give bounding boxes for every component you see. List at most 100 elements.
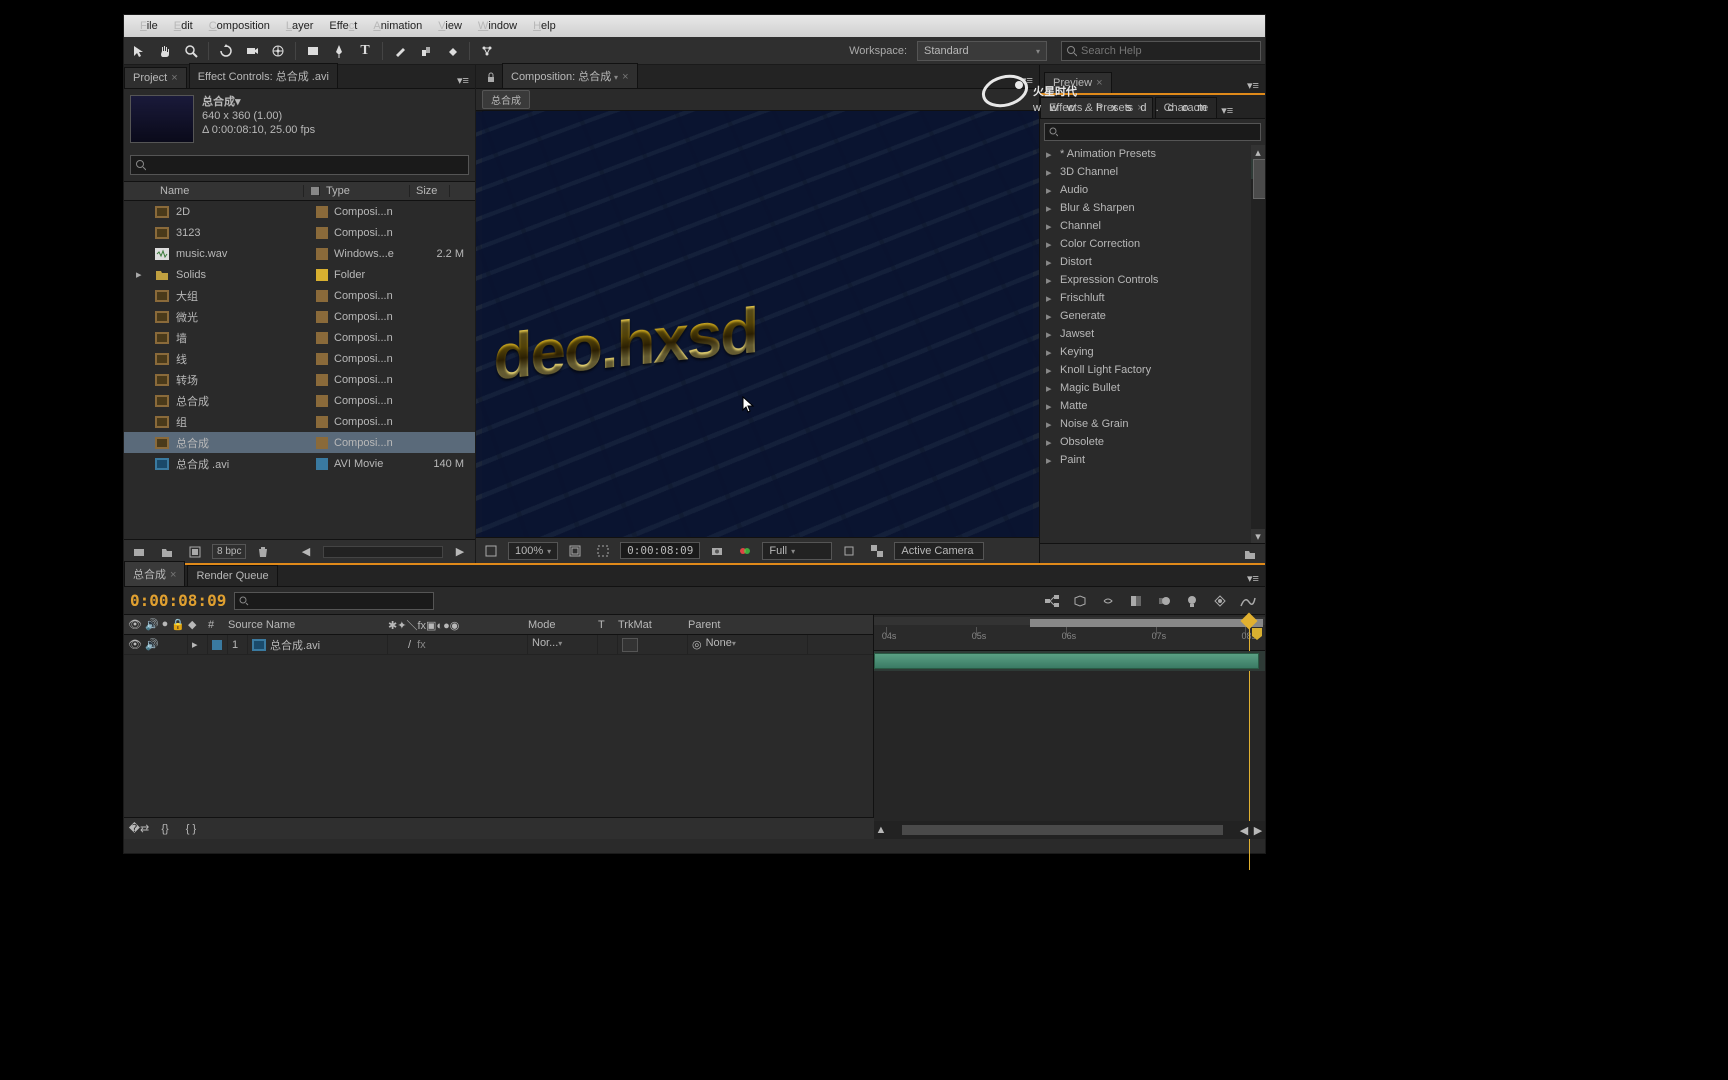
twirl-icon[interactable]: ▸ (1046, 238, 1056, 251)
camera-tool-icon[interactable] (241, 40, 263, 62)
new-bin-icon[interactable] (1239, 543, 1261, 565)
label-swatch[interactable] (316, 248, 328, 260)
project-row[interactable]: 大组Composi...n (124, 285, 475, 306)
twirl-icon[interactable]: ▸ (1046, 274, 1056, 287)
menu-help[interactable]: Help (525, 18, 564, 34)
transparency-grid-icon[interactable] (866, 540, 888, 562)
eraser-tool-icon[interactable] (441, 40, 463, 62)
tab-effect-controls[interactable]: Effect Controls: 总合成 .avi (189, 63, 338, 88)
twirl-icon[interactable]: ▸ (1046, 346, 1056, 359)
effects-category[interactable]: ▸Expression Controls (1040, 271, 1265, 289)
safe-zones-icon[interactable] (564, 540, 586, 562)
effects-search-box[interactable] (1044, 123, 1261, 141)
timeline-search[interactable] (234, 592, 434, 610)
work-area-bar[interactable] (1030, 619, 1263, 627)
col-label[interactable] (304, 186, 320, 196)
zoom-dropdown[interactable]: 100% (508, 542, 558, 560)
twirl-icon[interactable]: ▸ (1046, 454, 1056, 467)
effects-category[interactable]: ▸Distort (1040, 253, 1265, 271)
label-col[interactable]: ◆ (188, 618, 208, 631)
effects-category[interactable]: ▸Audio (1040, 181, 1265, 199)
auto-keyframe-icon[interactable] (1209, 590, 1231, 612)
tab-composition[interactable]: Composition: 总合成 × (502, 63, 638, 88)
close-icon[interactable]: × (1137, 102, 1143, 114)
bpc-indicator[interactable]: 8 bpc (212, 544, 246, 559)
effects-category[interactable]: ▸Knoll Light Factory (1040, 361, 1265, 379)
project-row[interactable]: 2DComposi...n (124, 201, 475, 222)
twirl-icon[interactable]: ▸ (1046, 148, 1056, 161)
effects-category[interactable]: ▸3D Channel (1040, 163, 1265, 181)
motion-blur-icon[interactable] (1153, 590, 1175, 612)
project-hscroll[interactable] (323, 546, 443, 558)
label-swatch[interactable] (316, 416, 328, 428)
puppet-tool-icon[interactable] (476, 40, 498, 62)
col-size[interactable]: Size (410, 185, 450, 197)
effects-category[interactable]: ▸Paint (1040, 451, 1265, 469)
time-nav-thumb[interactable] (902, 825, 1223, 835)
layer-label[interactable] (212, 640, 222, 650)
label-swatch[interactable] (316, 290, 328, 302)
label-swatch[interactable] (316, 374, 328, 386)
snapshot-icon[interactable] (706, 540, 728, 562)
project-row[interactable]: 线Composi...n (124, 348, 475, 369)
project-search-input[interactable] (150, 159, 464, 171)
graph-editor-icon[interactable] (1237, 590, 1259, 612)
source-col[interactable]: Source Name (228, 619, 388, 631)
label-swatch[interactable] (316, 353, 328, 365)
speaker-icon[interactable]: 🔊 (145, 618, 159, 631)
twirl-icon[interactable]: ▸ (1046, 436, 1056, 449)
project-list[interactable]: 2DComposi...n3123Composi...nmusic.wavWin… (124, 201, 475, 539)
project-row[interactable]: 总合成Composi...n (124, 390, 475, 411)
time-ruler[interactable]: 04s05s06s07s08s (874, 615, 1265, 651)
menu-effect[interactable]: Effect (321, 18, 365, 34)
twirl-icon[interactable]: ▸ (1046, 220, 1056, 233)
effects-category[interactable]: ▸Color Correction (1040, 235, 1265, 253)
effects-category[interactable]: ▸Channel (1040, 217, 1265, 235)
search-help-box[interactable] (1061, 41, 1261, 61)
mask-toggle-icon[interactable] (592, 540, 614, 562)
effects-category[interactable]: ▸Obsolete (1040, 433, 1265, 451)
tab-render-queue[interactable]: Render Queue (187, 565, 277, 586)
trkmat-col[interactable]: TrkMat (618, 619, 688, 631)
twirl-icon[interactable]: ▸ (1046, 382, 1056, 395)
pen-tool-icon[interactable] (328, 40, 350, 62)
mode-col[interactable]: Mode (528, 619, 598, 631)
menu-layer[interactable]: Layer (278, 18, 322, 34)
twirl-icon[interactable]: ▸ (1046, 400, 1056, 413)
close-icon[interactable]: × (171, 72, 177, 84)
label-swatch[interactable] (316, 227, 328, 239)
scroll-down-icon[interactable]: ▾ (1251, 529, 1265, 543)
selection-tool-icon[interactable] (128, 40, 150, 62)
twirl-icon[interactable]: ▸ (1046, 202, 1056, 215)
composition-viewer[interactable]: deo.hxsd (476, 111, 1039, 537)
effects-search-input[interactable] (1062, 126, 1256, 138)
project-row[interactable]: 3123Composi...n (124, 222, 475, 243)
menu-window[interactable]: Window (470, 18, 525, 34)
label-swatch[interactable] (316, 395, 328, 407)
clone-tool-icon[interactable] (415, 40, 437, 62)
effects-list[interactable]: ▸* Animation Presets▸3D Channel▸Audio▸Bl… (1040, 145, 1265, 543)
panel-menu-icon[interactable]: ▾≡ (455, 72, 471, 88)
effects-scrollbar[interactable]: ▴ ▾ (1251, 145, 1265, 543)
twirl-icon[interactable]: ▸ (1046, 328, 1056, 341)
label-swatch[interactable] (316, 437, 328, 449)
toggle-switches-icon[interactable]: �⇄ (128, 818, 150, 840)
scroll-up-icon[interactable]: ▴ (1251, 145, 1265, 159)
label-swatch[interactable] (316, 206, 328, 218)
col-name[interactable]: Name (154, 185, 304, 197)
scroll-thumb[interactable] (1253, 159, 1265, 199)
tab-project[interactable]: Project× (124, 67, 187, 88)
brush-tool-icon[interactable] (389, 40, 411, 62)
timeline-timecode[interactable]: 0:00:08:09 (130, 591, 226, 610)
rectangle-tool-icon[interactable] (302, 40, 324, 62)
pan-behind-tool-icon[interactable] (267, 40, 289, 62)
mode-dropdown[interactable]: Nor... (532, 637, 592, 653)
twirl-icon[interactable]: ▸ (1046, 256, 1056, 269)
speaker-toggle[interactable]: 🔊 (145, 638, 159, 651)
project-row[interactable]: 墙Composi...n (124, 327, 475, 348)
menu-edit[interactable]: Edit (166, 18, 201, 34)
eye-icon[interactable]: 👁 (128, 618, 142, 631)
trkmat-dropdown[interactable] (622, 638, 638, 652)
zoom-out-icon[interactable]: ▲ (874, 824, 888, 836)
rotation-tool-icon[interactable] (215, 40, 237, 62)
